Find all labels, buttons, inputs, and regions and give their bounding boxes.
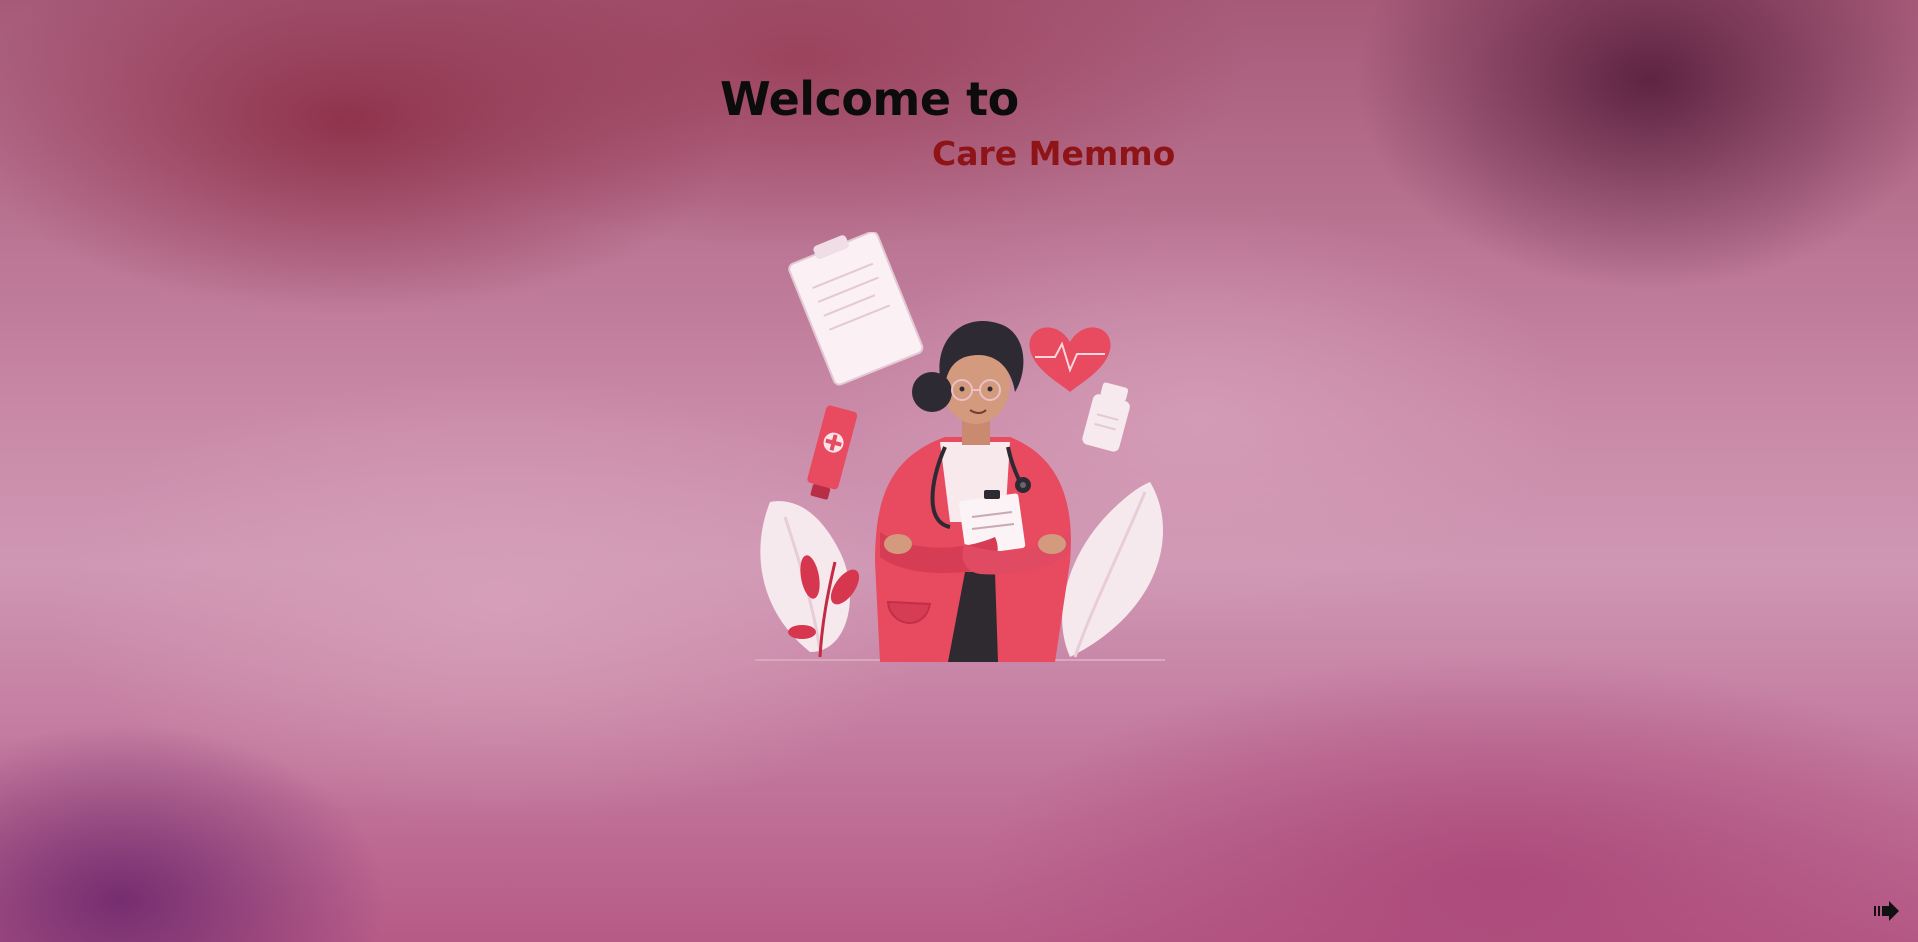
heart-icon [1029,327,1111,392]
leaf-right-icon [1062,482,1164,658]
pill-bottle-icon [1082,382,1130,452]
app-name: Care Memmo [932,134,1176,173]
welcome-title: Welcome to [720,72,1019,126]
doctor-illustration [740,231,1180,672]
doctor-figure [875,320,1071,662]
cream-tube-icon [807,405,858,500]
arrow-right-icon [1874,901,1899,921]
next-button[interactable] [1872,896,1902,926]
clipboard-icon [788,231,924,386]
